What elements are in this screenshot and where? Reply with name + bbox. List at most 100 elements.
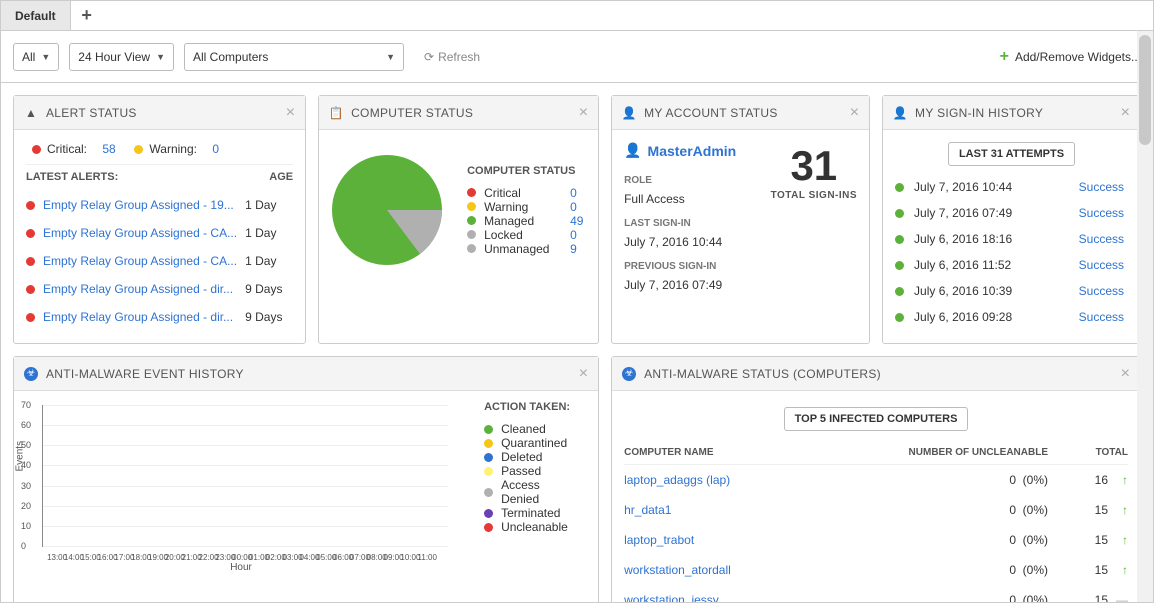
signin-status[interactable]: Success [1079, 258, 1124, 272]
computer-name[interactable]: workstation_iessy [624, 593, 888, 603]
total-signins-count: 31 [771, 142, 857, 190]
refresh-button[interactable]: ⟳ Refresh [414, 50, 490, 64]
last-signin-label: LAST SIGN-IN [624, 218, 755, 229]
legend-item[interactable]: Locked 0 [467, 228, 590, 242]
computer-name[interactable]: hr_data1 [624, 503, 888, 517]
grey-dot-icon [467, 230, 476, 239]
signin-status[interactable]: Success [1079, 232, 1124, 246]
legend-item[interactable]: Passed [484, 464, 594, 478]
col-computer-name: COMPUTER NAME [624, 447, 888, 458]
close-icon[interactable]: × [579, 104, 588, 122]
widget-my-account: 👤 MY ACCOUNT STATUS × 👤 MasterAdmin ROLE… [611, 95, 870, 344]
add-remove-widgets-button[interactable]: + Add/Remove Widgets... [1000, 48, 1141, 66]
close-icon[interactable]: × [1121, 104, 1130, 122]
close-icon[interactable]: × [579, 365, 588, 383]
legend-value: 0 [570, 186, 590, 200]
filter-all-dropdown[interactable]: All ▼ [13, 43, 59, 71]
signin-status[interactable]: Success [1079, 310, 1124, 324]
user-icon: 👤 [624, 142, 641, 159]
signin-time: July 6, 2016 11:52 [914, 258, 1069, 272]
last-signin-value: July 7, 2016 10:44 [624, 235, 755, 249]
view-label: 24 Hour View [78, 50, 150, 64]
computer-name[interactable]: laptop_adaggs (lap) [624, 473, 888, 487]
scope-dropdown[interactable]: All Computers ▼ [184, 43, 404, 71]
legend-item[interactable]: Critical 0 [467, 186, 590, 200]
alert-name[interactable]: Empty Relay Group Assigned - 19... [43, 198, 237, 212]
refresh-icon: ⟳ [424, 50, 434, 64]
total-count: 16 [1048, 473, 1108, 487]
alert-name[interactable]: Empty Relay Group Assigned - dir... [43, 282, 237, 296]
tabbar: Default + [1, 1, 1153, 31]
signin-status[interactable]: Success [1079, 284, 1124, 298]
total-signins-label: TOTAL SIGN-INS [771, 190, 857, 201]
legend-name: Access Denied [501, 478, 579, 506]
critical-dot-icon [26, 257, 35, 266]
infected-computer-row: laptop_trabot 0 (0%) 15 ↑ [624, 525, 1128, 555]
account-username[interactable]: MasterAdmin [648, 143, 737, 159]
alert-name[interactable]: Empty Relay Group Assigned - CA... [43, 226, 237, 240]
signin-time: July 6, 2016 09:28 [914, 310, 1069, 324]
user-icon: 👤 [893, 106, 907, 120]
legend-name: Passed [501, 464, 579, 478]
close-icon[interactable]: × [850, 104, 859, 122]
alert-name[interactable]: Empty Relay Group Assigned - dir... [43, 310, 237, 324]
legend-item[interactable]: Warning 0 [467, 200, 590, 214]
trend-icon: ↑ [1108, 533, 1128, 547]
last-attempts-button[interactable]: LAST 31 ATTEMPTS [948, 142, 1075, 166]
legend-item[interactable]: Uncleanable [484, 520, 594, 534]
alert-age: 1 Day [245, 254, 293, 268]
widget-title: COMPUTER STATUS [351, 106, 571, 120]
legend-item[interactable]: Access Denied [484, 478, 594, 506]
add-tab-button[interactable]: + [71, 1, 103, 30]
signin-time: July 7, 2016 07:49 [914, 206, 1069, 220]
computer-name[interactable]: laptop_trabot [624, 533, 888, 547]
page-scrollbar-thumb[interactable] [1139, 35, 1151, 145]
legend-item[interactable]: Deleted [484, 450, 594, 464]
legend-item[interactable]: Quarantined [484, 436, 594, 450]
legend-name: Quarantined [501, 436, 579, 450]
legend-item[interactable]: Terminated [484, 506, 594, 520]
legend-item[interactable]: Unmanaged 9 [467, 242, 590, 256]
legend-title: COMPUTER STATUS [467, 165, 590, 177]
alert-name[interactable]: Empty Relay Group Assigned - CA... [43, 254, 237, 268]
legend-item[interactable]: Cleaned [484, 422, 594, 436]
warning-dot-icon [134, 145, 143, 154]
biohazard-icon: ☣ [24, 367, 38, 381]
role-label: ROLE [624, 175, 755, 186]
success-dot-icon [895, 235, 904, 244]
blue-dot-icon [484, 453, 493, 462]
critical-count[interactable]: 58 [102, 142, 115, 156]
critical-label: Critical: [47, 142, 87, 156]
critical-dot-icon [26, 201, 35, 210]
am-history-chart[interactable]: Events 13:0014:0015:0016:0017:0018:0019:… [18, 401, 464, 571]
warning-count[interactable]: 0 [212, 142, 219, 156]
add-widgets-label: Add/Remove Widgets... [1015, 50, 1141, 64]
view-dropdown[interactable]: 24 Hour View ▼ [69, 43, 174, 71]
trend-icon: — [1108, 593, 1128, 603]
computer-name[interactable]: workstation_atordall [624, 563, 888, 577]
signin-status[interactable]: Success [1079, 180, 1124, 194]
filter-all-label: All [22, 50, 35, 64]
legend-name: Unmanaged [484, 242, 562, 256]
alert-icon: ▲ [24, 106, 38, 120]
tab-default[interactable]: Default [1, 1, 71, 30]
signin-history-list[interactable]: July 7, 2016 10:44 Success July 7, 2016 … [895, 174, 1128, 330]
total-count: 15 [1048, 593, 1108, 603]
legend-value: 0 [570, 228, 590, 242]
yellow-dot-icon [467, 202, 476, 211]
infected-computer-row: workstation_atordall 0 (0%) 15 ↑ [624, 555, 1128, 585]
alert-age: 1 Day [245, 198, 293, 212]
widget-title: MY ACCOUNT STATUS [644, 106, 842, 120]
refresh-label: Refresh [438, 50, 480, 64]
legend-item[interactable]: Managed 49 [467, 214, 590, 228]
legend-value: 0 [570, 200, 590, 214]
latest-alerts-label: LATEST ALERTS: [26, 171, 118, 183]
close-icon[interactable]: × [286, 104, 295, 122]
top-infected-button[interactable]: TOP 5 INFECTED COMPUTERS [784, 407, 969, 431]
signin-time: July 6, 2016 18:16 [914, 232, 1069, 246]
signin-status[interactable]: Success [1079, 206, 1124, 220]
success-dot-icon [895, 261, 904, 270]
col-total: TOTAL [1048, 447, 1128, 458]
computer-status-pie[interactable] [327, 150, 447, 270]
close-icon[interactable]: × [1121, 365, 1130, 383]
